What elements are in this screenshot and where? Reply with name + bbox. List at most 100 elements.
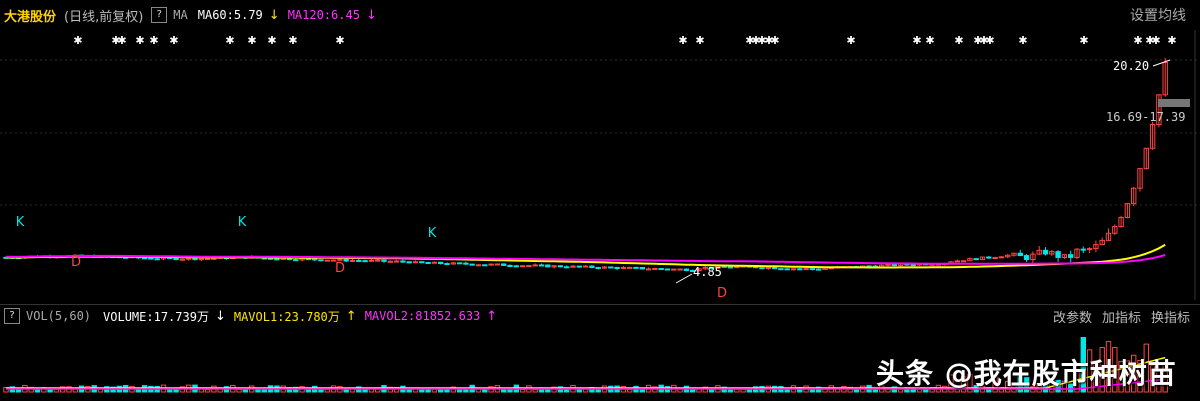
period-label: (日线,前复权) xyxy=(64,9,144,25)
mavol1-arrow-icon: ↑ xyxy=(345,308,357,324)
candle-body xyxy=(154,258,160,261)
candle-body xyxy=(293,259,299,262)
signal-k: K xyxy=(16,215,25,230)
volume-bar xyxy=(47,389,53,393)
candle xyxy=(179,258,186,261)
candle-body xyxy=(368,259,375,262)
candle-body xyxy=(652,268,658,271)
candle-body xyxy=(356,259,362,262)
ma-lines xyxy=(5,243,1166,269)
candle-body xyxy=(198,258,205,261)
candle-body xyxy=(973,258,979,261)
candle xyxy=(967,257,973,262)
candle xyxy=(393,259,400,263)
candle-body xyxy=(400,260,406,263)
range-label: 16.69-17.39 xyxy=(1106,110,1185,124)
candle-body xyxy=(494,263,501,266)
candle-body xyxy=(375,259,381,262)
candle xyxy=(425,261,431,264)
low-price-pointer xyxy=(675,273,693,284)
set-ma-button[interactable]: 设置均线 xyxy=(1130,5,1186,25)
candle-body xyxy=(608,266,614,269)
volume-bar xyxy=(261,388,268,393)
candle xyxy=(658,268,664,271)
candle-body xyxy=(431,261,438,264)
help-icon[interactable]: ? xyxy=(151,7,168,23)
candle-body xyxy=(557,265,564,268)
volume-bar xyxy=(627,389,633,393)
candle-body xyxy=(1080,248,1086,251)
candle-body xyxy=(381,259,387,262)
candle xyxy=(664,268,671,271)
candle xyxy=(1042,247,1049,256)
stock-name[interactable]: 大港股份 xyxy=(4,6,56,25)
candle-body xyxy=(444,263,450,266)
candle xyxy=(501,263,507,266)
candle xyxy=(507,264,513,268)
candle xyxy=(312,258,318,262)
candle-body xyxy=(992,256,998,259)
candle-body xyxy=(211,257,217,260)
edit-params-button[interactable]: 改参数 xyxy=(1053,307,1092,326)
candle xyxy=(526,265,532,268)
candle-body xyxy=(475,264,482,267)
volume-bar xyxy=(690,389,696,393)
candle-body xyxy=(173,257,179,261)
candle xyxy=(633,266,639,269)
candle xyxy=(992,256,998,259)
candle xyxy=(645,267,652,271)
event-marker: ✱ xyxy=(985,34,994,47)
candle xyxy=(387,260,394,263)
candle xyxy=(1105,228,1112,241)
candle-body xyxy=(564,266,570,269)
candle-body xyxy=(463,262,469,265)
switch-indicator-button[interactable]: 换指标 xyxy=(1151,307,1190,326)
candle-body xyxy=(192,257,198,261)
event-marker: ✱ xyxy=(770,34,779,47)
candle xyxy=(545,264,551,268)
candle-body xyxy=(595,266,601,269)
candle xyxy=(557,265,564,268)
candle xyxy=(1093,240,1099,253)
volume-bar xyxy=(419,388,425,393)
candle xyxy=(998,256,1005,259)
candle-body xyxy=(419,261,425,264)
candle-body xyxy=(734,266,740,269)
event-marker: ✱ xyxy=(1151,34,1160,47)
candle xyxy=(790,268,797,271)
candle xyxy=(671,268,677,271)
candle xyxy=(816,268,822,271)
candle xyxy=(759,267,765,270)
candle-body xyxy=(797,268,803,271)
candle xyxy=(652,267,658,271)
candle-body xyxy=(627,266,633,269)
candle xyxy=(538,263,545,267)
event-marker: ✱ xyxy=(267,34,276,47)
candle-body xyxy=(954,260,960,263)
candle xyxy=(412,260,419,264)
candle xyxy=(1149,121,1156,150)
volume-bar xyxy=(545,388,551,393)
candle-body xyxy=(639,266,645,270)
event-marker: ✱ xyxy=(288,34,297,47)
signal-k: K xyxy=(238,215,247,230)
candle-body xyxy=(538,264,545,267)
volume-bar xyxy=(343,389,349,393)
candle-body xyxy=(998,256,1005,259)
candle xyxy=(1099,237,1105,246)
candle-body xyxy=(280,257,286,260)
event-marker: ✱ xyxy=(117,34,126,47)
candle xyxy=(986,256,992,259)
candle xyxy=(532,263,538,267)
volume-help-icon[interactable]: ? xyxy=(4,308,20,324)
volume-arrow-icon: ↓ xyxy=(214,308,226,324)
candle-body xyxy=(885,263,891,266)
candle xyxy=(1118,215,1124,228)
signal-d: D xyxy=(335,261,345,276)
candle xyxy=(954,259,960,263)
volume-bar xyxy=(173,389,179,393)
ma-label: MA xyxy=(173,8,188,22)
candle-body xyxy=(1042,249,1049,255)
add-indicator-button[interactable]: 加指标 xyxy=(1102,307,1141,326)
event-marker: ✱ xyxy=(335,34,344,47)
